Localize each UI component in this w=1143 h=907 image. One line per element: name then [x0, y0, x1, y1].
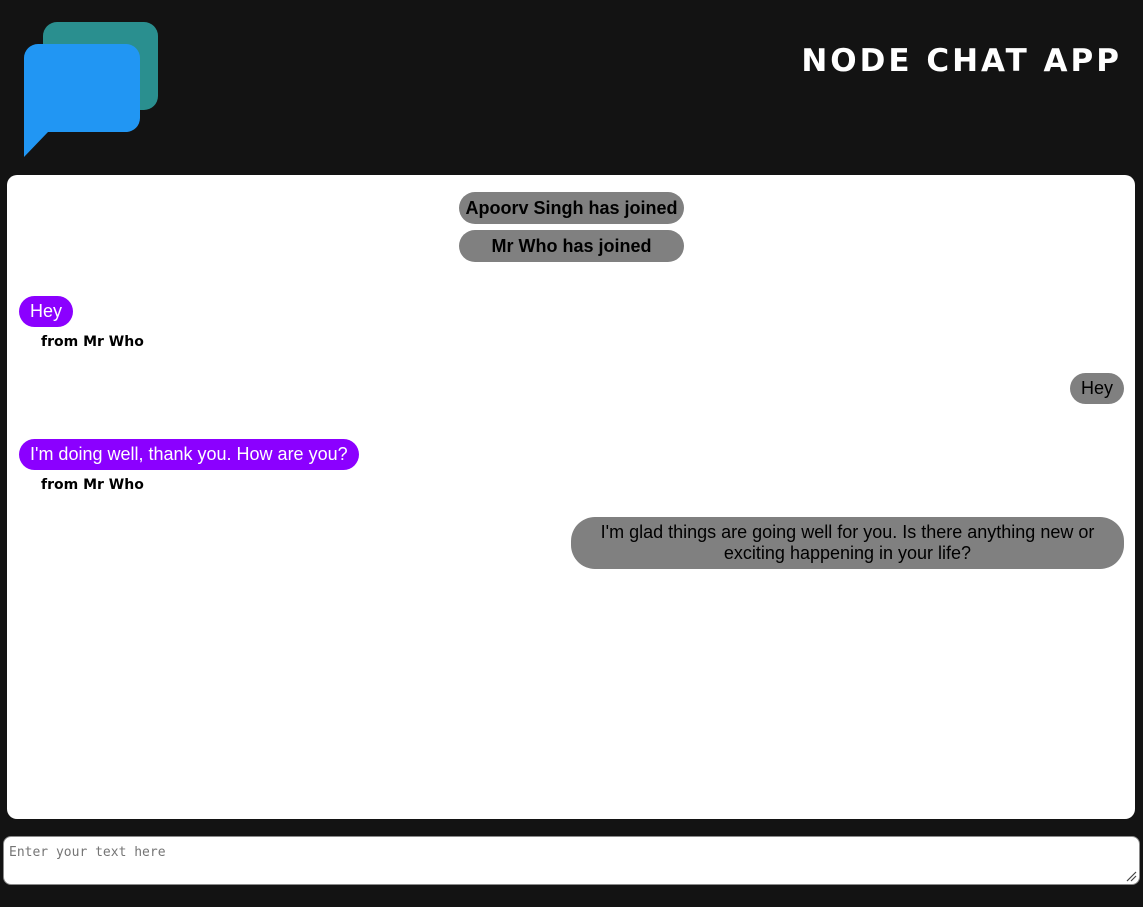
join-notice: Apoorv Singh has joined: [459, 192, 684, 224]
app-title: NODE CHAT APP: [801, 43, 1122, 79]
message-bubble-incoming: I'm doing well, thank you. How are you?: [19, 439, 359, 470]
message-sender: from Mr Who: [41, 477, 144, 493]
resize-handle-icon[interactable]: [1126, 871, 1137, 882]
message-sender: from Mr Who: [41, 334, 144, 350]
message-bubble-incoming: Hey: [19, 296, 74, 327]
message-composer: [3, 836, 1140, 885]
chat-bubbles-icon: [24, 22, 158, 157]
join-notice: Mr Who has joined: [459, 230, 684, 262]
message-bubble-outgoing: I'm glad things are going well for you. …: [571, 517, 1124, 569]
app-header: NODE CHAT APP: [0, 0, 1143, 175]
message-bubble-outgoing: Hey: [1069, 373, 1124, 404]
chat-panel: Apoorv Singh has joined Mr Who has joine…: [7, 175, 1135, 819]
message-input[interactable]: [4, 837, 1139, 884]
